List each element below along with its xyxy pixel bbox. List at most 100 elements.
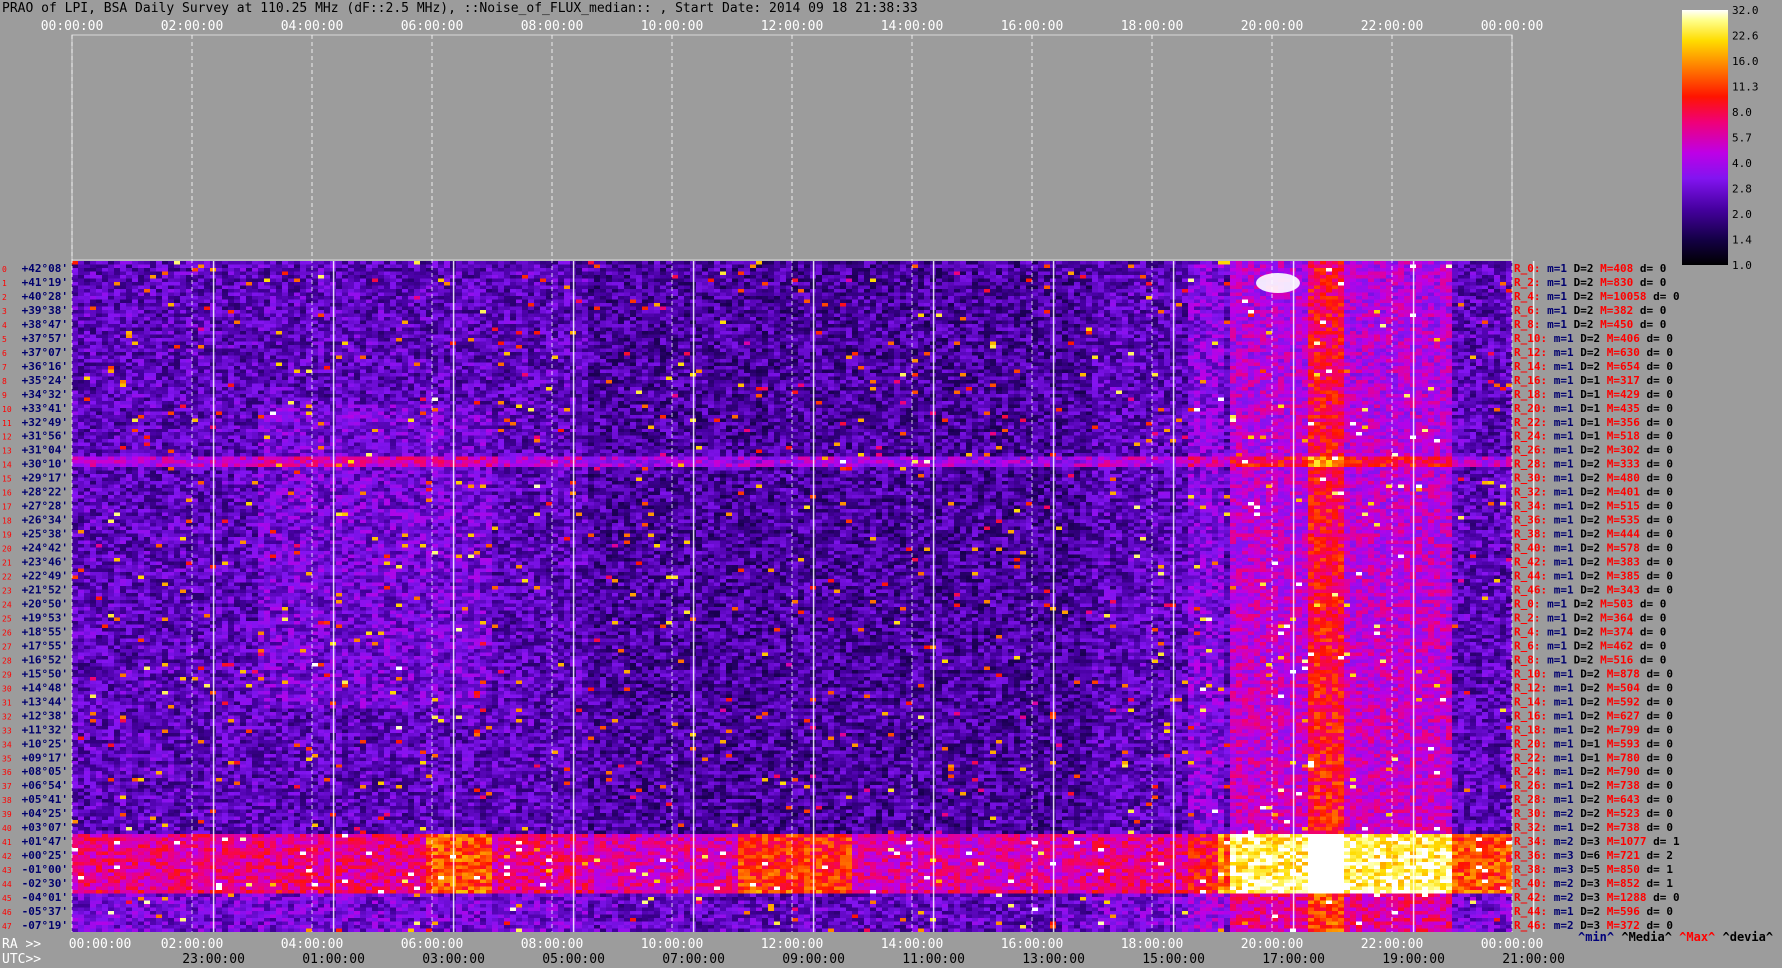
row-index: 43 [2,866,12,875]
row-stat-part: R_42: [1514,556,1547,569]
dec-label: +10°25' [22,737,68,750]
dec-label: +40°28' [22,290,68,303]
row-stat-part: M=780 [1600,751,1640,764]
dec-label: +38°47' [22,318,68,331]
row-index: 2 [2,293,7,302]
row-index: 42 [2,852,12,861]
row-index: 45 [2,894,12,903]
row-index: 20 [2,545,12,554]
row-stat-part: d= 0 [1640,584,1673,597]
row-stat-part: D=2 [1574,695,1601,708]
row-stat-part: R_20: [1514,402,1547,415]
row-stat-part: R_4: [1514,290,1541,303]
row-stat-part: d= 0 [1640,514,1673,527]
dec-label: +24°42' [22,542,68,555]
bottom-utc-tick: 07:00:00 [662,952,725,967]
row-stat-part: M=450 [1594,318,1634,331]
row-index: 37 [2,782,12,791]
row-stat-part: d= 0 [1640,500,1673,513]
row-stat-part: R_12: [1514,346,1547,359]
row-stat: R_30: m=1 D=2 M=480 d= 0 [1514,472,1673,485]
top-ra-tick: 16:00:00 [1001,19,1064,34]
row-stat-part: m=2 [1547,877,1574,890]
dec-label: +37°07' [22,346,68,359]
top-ra-axis: 00:00:00 02:00:00 04:00:00 06:00:00 08:00:00… [41,19,1544,34]
row-stat-part: D=1 [1574,402,1601,415]
row-stat-part: D=3 [1574,877,1601,890]
dec-label: +20°50' [22,597,68,610]
row-stat-part: m=1 [1547,388,1574,401]
row-stat: R_16: m=1 D=1 M=317 d= 0 [1514,374,1673,387]
colorbar-tick: 2.0 [1732,208,1752,221]
row-stat-part: M=516 [1594,653,1634,666]
row-index: 31 [2,698,12,707]
row-stat-part: d= 0 [1640,570,1673,583]
row-stat: R_46: m=1 D=2 M=343 d= 0 [1514,584,1673,597]
dec-label: +04°25' [22,807,68,820]
row-stat: R_10: m=1 D=2 M=878 d= 0 [1514,667,1673,680]
row-stat-part: m=1 [1547,430,1574,443]
row-stat: R_42: m=2 D=3 M=1288 d= 0 [1514,891,1680,904]
legend-item: ^Max^ [1672,930,1715,944]
row-stat: R_6: m=1 D=2 M=382 d= 0 [1514,304,1666,317]
row-stat-part: m=1 [1541,597,1568,610]
bottom-ra-tick: 14:00:00 [881,937,944,952]
legend-text: ^min^ ^Media^ ^Max^ ^devia^ [1578,930,1773,944]
row-stat: R_44: m=1 D=2 M=385 d= 0 [1514,570,1673,583]
row-stat-part: d= 1 [1640,863,1673,876]
row-stat-part: R_32: [1514,486,1547,499]
row-stat: R_20: m=1 D=1 M=593 d= 0 [1514,737,1673,750]
row-stat-part: D=2 [1574,332,1601,345]
row-stat: R_0: m=1 D=2 M=503 d= 0 [1514,597,1666,610]
row-stats: R_0: m=1 D=2 M=408 d= 0R_2: m=1 D=2 M=83… [1514,262,1680,932]
dec-label: +26°34' [22,514,68,527]
row-stat-part: m=1 [1547,528,1574,541]
row-stat-part: m=1 [1547,402,1574,415]
colorbar: 32.0 22.6 16.0 11.3 8.0 5.7 4.0 2.8 2.0 1.4 1.0 [1682,4,1759,272]
bottom-utc-tick: 03:00:00 [422,952,485,967]
row-index: 15 [2,475,12,484]
row-stat-part: D=2 [1574,570,1601,583]
row-stat-part: m=1 [1547,444,1574,457]
colorbar-tick: 32.0 [1732,4,1759,17]
row-stat-part: d= 0 [1640,416,1673,429]
row-stat-part: R_36: [1514,514,1547,527]
row-index: 12 [2,433,12,442]
row-stat: R_4: m=1 D=2 M=374 d= 0 [1514,625,1666,638]
row-stat-part: R_24: [1514,430,1547,443]
row-stat-part: m=1 [1547,514,1574,527]
row-stat-part: d= 0 [1640,360,1673,373]
row-stat-part: M=383 [1600,556,1640,569]
row-stat: R_34: m=2 D=3 M=1077 d= 1 [1514,835,1680,848]
top-ra-tick: 18:00:00 [1121,19,1184,34]
row-stat-part: m=1 [1547,821,1574,834]
row-index: 44 [2,880,12,889]
row-stat-part: m=1 [1547,346,1574,359]
row-stat-part: D=2 [1567,653,1594,666]
legend-item: ^Media^ [1614,930,1672,944]
row-stat-part: R_18: [1514,388,1547,401]
row-stat-part: M=462 [1594,639,1634,652]
row-index: 11 [2,419,12,428]
row-stat-part: D=5 [1574,863,1601,876]
row-stat-part: d= 2 [1640,849,1673,862]
row-index: 8 [2,377,7,386]
row-stat-part: m=2 [1547,835,1574,848]
row-stat-part: R_34: [1514,500,1547,513]
row-index: 40 [2,824,12,833]
bottom-ra-tick: 18:00:00 [1121,937,1184,952]
row-stat-part: m=2 [1547,891,1574,904]
row-stat-part: R_16: [1514,374,1547,387]
row-stat-part: R_26: [1514,444,1547,457]
row-stat-part: m=1 [1547,584,1574,597]
row-index: 36 [2,768,12,777]
row-stat-part: d= 0 [1646,891,1679,904]
row-stat: R_36: m=3 D=6 M=721 d= 2 [1514,849,1673,862]
row-stat-part: R_22: [1514,416,1547,429]
colorbar-tick: 5.7 [1732,132,1752,145]
row-stat-part: m=1 [1541,276,1568,289]
row-stat-part: R_14: [1514,360,1547,373]
row-stat-part: R_24: [1514,765,1547,778]
bottom-ra-tick: 06:00:00 [401,937,464,952]
row-stat-part: D=2 [1574,765,1601,778]
